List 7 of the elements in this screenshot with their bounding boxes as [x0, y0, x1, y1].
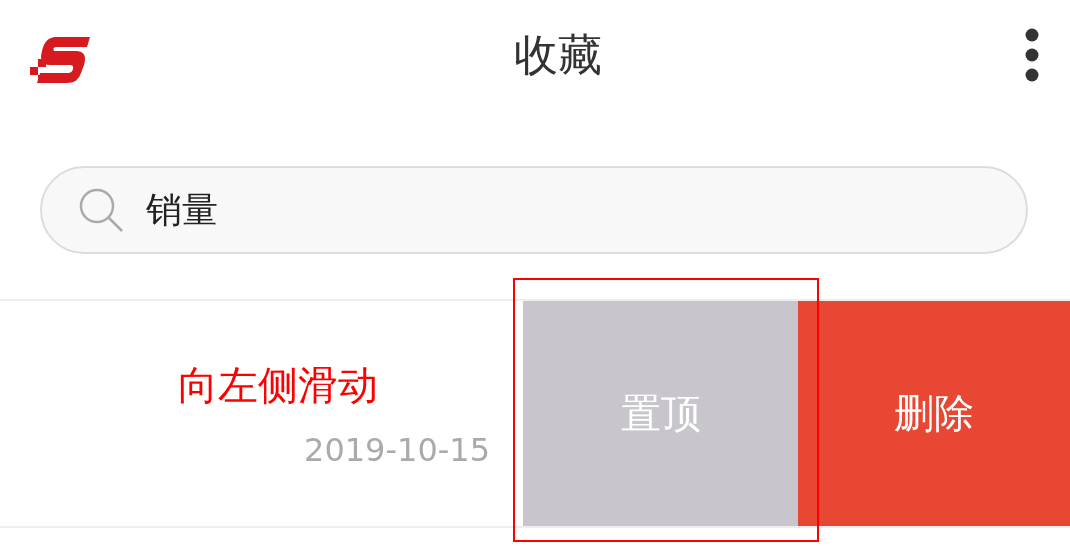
- annotation-text: 向左侧滑动: [178, 361, 379, 410]
- item-date: 2019-10-15: [304, 431, 490, 469]
- page-title: 收藏: [514, 27, 602, 82]
- more-menu-icon[interactable]: [1024, 27, 1040, 83]
- delete-button[interactable]: 删除: [798, 301, 1070, 526]
- search-field[interactable]: 销量: [40, 166, 1028, 254]
- search-query: 销量: [146, 187, 218, 232]
